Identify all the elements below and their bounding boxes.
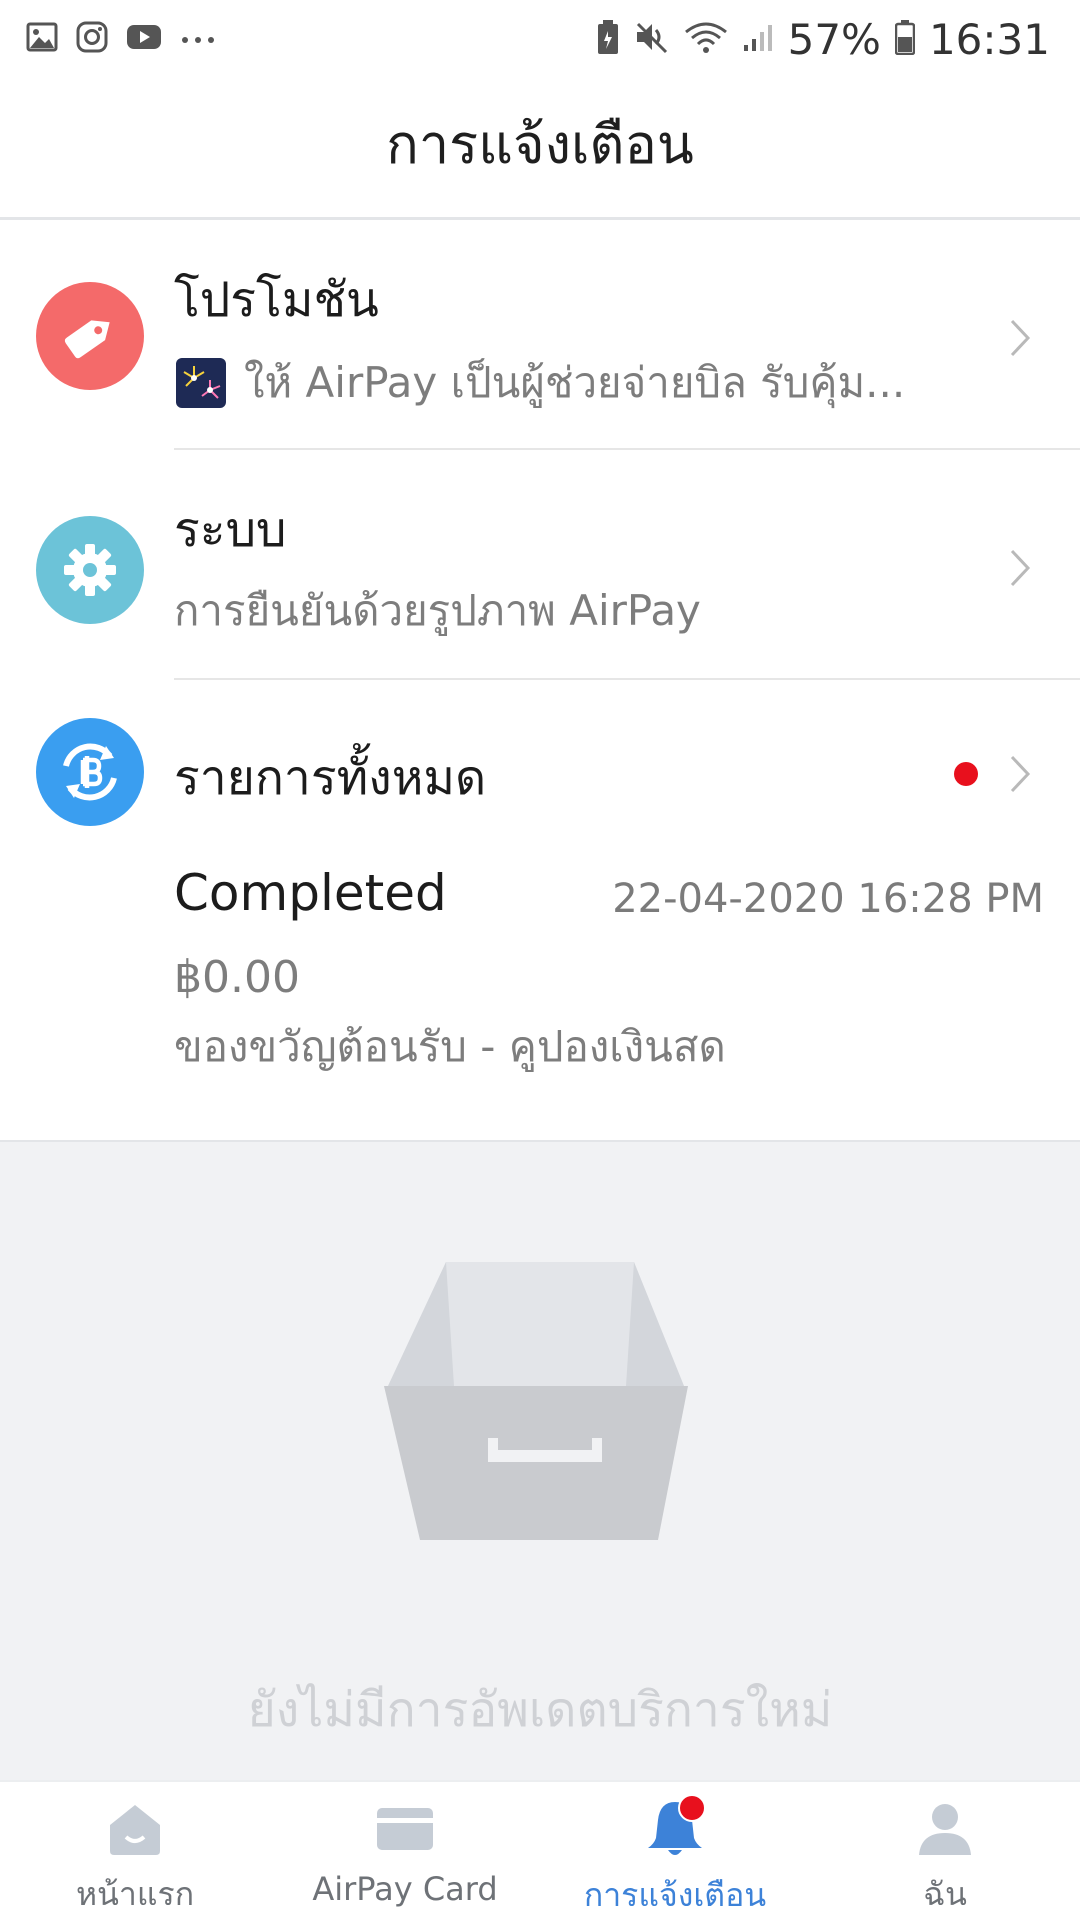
signal-icon (742, 21, 774, 57)
empty-state-message: ยังไม่มีการอัพเดตบริการใหม่ (247, 1682, 833, 1738)
transaction-status: Completed (174, 864, 447, 922)
chevron-right-icon (1000, 548, 1040, 588)
nav-item-airpay-card[interactable]: AirPay Card (270, 1782, 540, 1920)
transaction-amount: ฿0.00 (174, 952, 300, 1003)
empty-state: ยังไม่มีการอัพเดตบริการใหม่ (0, 1140, 1080, 1780)
home-icon (100, 1798, 170, 1859)
system-title: ระบบ (174, 502, 287, 558)
promotion-subtitle: ให้ AirPay เป็นผู้ช่วยจ่ายบิล รับคุ้ม... (244, 358, 906, 407)
notification-row-system[interactable]: ระบบ การยืนยันด้วยรูปภาพ AirPay (0, 452, 1080, 680)
nav-label-airpay-card: AirPay Card (312, 1870, 498, 1908)
promotion-subtitle-wrap: ให้ AirPay เป็นผู้ช่วยจ่ายบิล รับคุ้ม... (176, 350, 905, 416)
youtube-icon (126, 23, 162, 55)
notification-badge (678, 1794, 706, 1822)
notification-row-transactions[interactable]: รายการทั้งหมด Completed 22-04-2020 16:28… (0, 682, 1080, 1140)
price-tag-icon (36, 282, 144, 390)
nav-label-home: หน้าแรก (75, 1875, 195, 1913)
baht-exchange-icon (36, 718, 144, 826)
more-dots-icon (180, 30, 216, 49)
gallery-icon (26, 22, 58, 56)
gear-icon (36, 516, 144, 624)
nav-item-me[interactable]: ฉัน (810, 1782, 1080, 1920)
row-divider (174, 448, 1080, 450)
battery-percent: 57% (787, 14, 881, 64)
wifi-icon (684, 20, 728, 58)
notification-row-promotion[interactable]: โปรโมชัน ให้ AirPay เป็นผู้ช่วยจ่ายบิล ร… (0, 222, 1080, 450)
status-right: 57% 16:31 (596, 15, 1050, 64)
person-icon (910, 1798, 980, 1859)
bell-icon (640, 1794, 710, 1860)
clock: 16:31 (928, 14, 1050, 64)
mute-icon (634, 20, 670, 58)
chevron-right-icon (1000, 318, 1040, 358)
transactions-title: รายการทั้งหมด (174, 750, 487, 806)
notifications-screen: 57% 16:31 การแจ้งเตือน โปรโมชัน ให้ AirP… (0, 0, 1080, 1920)
status-bar: 57% 16:31 (0, 0, 1080, 78)
nav-label-me: ฉัน (923, 1875, 967, 1913)
transaction-datetime: 22-04-2020 16:28 PM (612, 876, 1044, 922)
bottom-navigation: หน้าแรก AirPay Card การแจ้งเตือน ฉัน (0, 1780, 1080, 1920)
nav-item-home[interactable]: หน้าแรก (0, 1782, 270, 1920)
battery-saver-icon (596, 19, 620, 59)
fireworks-emoji-icon (176, 358, 226, 408)
battery-icon (894, 19, 916, 59)
instagram-icon (76, 21, 108, 57)
transaction-description: ของขวัญต้อนรับ - คูปองเงินสด (174, 1022, 726, 1071)
system-subtitle: การยืนยันด้วยรูปภาพ AirPay (174, 586, 701, 635)
app-header: การแจ้งเตือน (0, 78, 1080, 220)
nav-item-notifications[interactable]: การแจ้งเตือน (540, 1782, 810, 1920)
status-left (26, 21, 216, 57)
page-title: การแจ้งเตือน (386, 112, 694, 176)
chevron-right-icon (1000, 754, 1040, 794)
row-divider (174, 678, 1080, 680)
empty-box-icon (380, 1262, 700, 1566)
unread-badge (954, 762, 978, 786)
card-icon (370, 1798, 440, 1860)
promotion-title: โปรโมชัน (174, 272, 379, 328)
nav-label-notifications: การแจ้งเตือน (583, 1876, 767, 1914)
